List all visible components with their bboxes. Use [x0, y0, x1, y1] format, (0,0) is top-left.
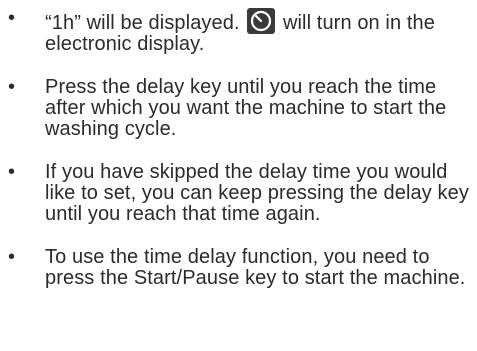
delay-timer-icon — [247, 8, 276, 34]
list-item: • To use the time delay function, you ne… — [0, 247, 477, 289]
list-item: • “1h” will be displayed. will turn on i… — [0, 8, 477, 55]
item-text: If you have skipped the delay time you w… — [45, 161, 469, 225]
list-item: • Press the delay key until you reach th… — [0, 77, 477, 140]
instruction-list: • “1h” will be displayed. will turn on i… — [0, 8, 477, 289]
item-text-before-icon: “1h” will be displayed. — [45, 12, 240, 34]
bullet: • — [8, 7, 16, 29]
bullet: • — [8, 161, 16, 183]
list-item: • If you have skipped the delay time you… — [0, 162, 477, 225]
item-text: Press the delay key until you reach the … — [45, 76, 447, 140]
item-text: To use the time delay function, you need… — [45, 246, 466, 289]
bullet: • — [8, 76, 16, 98]
bullet: • — [8, 246, 16, 268]
